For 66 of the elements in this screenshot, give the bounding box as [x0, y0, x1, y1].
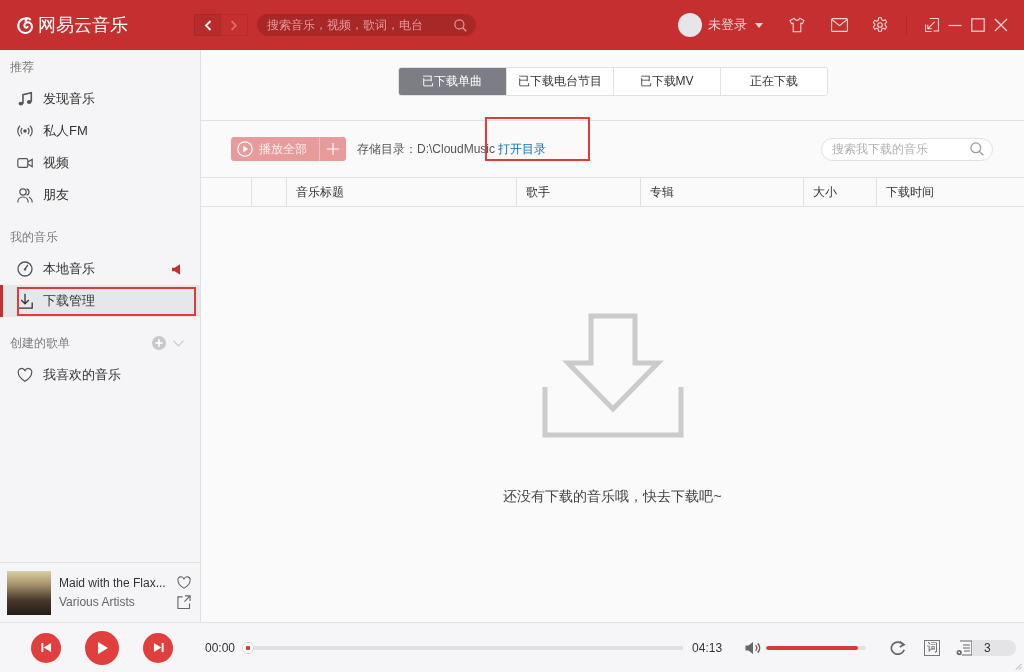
music-note-icon: [17, 91, 33, 107]
heart-icon[interactable]: [177, 576, 191, 589]
section-title: 我的音乐: [10, 228, 59, 246]
resize-grip-icon[interactable]: [1015, 663, 1022, 670]
heart-icon: [17, 367, 33, 383]
sidebar-item[interactable]: 朋友: [0, 179, 200, 211]
sidebar-item[interactable]: 私人FM: [0, 115, 200, 147]
lyrics-button[interactable]: 词: [924, 639, 941, 656]
column-header: 歌手: [516, 178, 640, 206]
play-icon: [95, 640, 109, 655]
app-name: 网易云音乐: [38, 14, 128, 37]
friends-icon: [17, 187, 33, 203]
repeat-icon[interactable]: [888, 639, 908, 656]
sidebar-item[interactable]: 我喜欢的音乐: [0, 359, 200, 391]
settings-icon[interactable]: [872, 17, 888, 33]
chevron-right-icon: [230, 19, 238, 31]
column-header: 专辑: [640, 178, 803, 206]
column-header: 音乐标题: [286, 178, 516, 206]
sidebar-item[interactable]: 下载管理: [0, 285, 200, 317]
tab[interactable]: 已下载单曲: [398, 68, 506, 95]
total-time: 04:13: [692, 640, 723, 655]
tab[interactable]: 正在下载: [719, 68, 827, 95]
logo-icon: [16, 15, 35, 35]
mail-icon[interactable]: [831, 18, 848, 32]
search-icon[interactable]: [970, 142, 984, 156]
download-tray-icon: [541, 313, 684, 438]
sidebar-item[interactable]: 发现音乐: [0, 83, 200, 115]
sidebar-item[interactable]: 本地音乐: [0, 253, 200, 285]
album-art-placeholder: [7, 570, 51, 615]
volume-icon[interactable]: [745, 640, 762, 655]
share-icon[interactable]: [177, 595, 191, 609]
open-folder-link[interactable]: 打开目录: [498, 140, 547, 158]
sidebar-item[interactable]: 视频: [0, 147, 200, 179]
close-icon[interactable]: [994, 18, 1008, 32]
plus-icon: [327, 143, 339, 155]
video-camera-icon: [17, 155, 33, 171]
skip-next-icon: [152, 642, 164, 653]
t-shirt-icon[interactable]: [789, 17, 805, 33]
next-button[interactable]: [143, 632, 173, 663]
back-button[interactable]: [194, 14, 221, 36]
mini-mode-icon[interactable]: [925, 18, 939, 32]
search-field[interactable]: 搜索音乐，视频，歌词，电台: [257, 14, 476, 36]
avatar[interactable]: [678, 13, 702, 37]
play-circle-icon: [237, 141, 253, 157]
empty-message: 还没有下载的音乐哦，快去下载吧~: [503, 488, 722, 506]
login-link[interactable]: 未登录: [708, 16, 747, 34]
track-artist: Various Artists: [59, 595, 136, 609]
skip-previous-icon: [40, 642, 52, 653]
column-header: 下载时间: [876, 178, 1024, 206]
chevron-left-icon: [203, 19, 212, 31]
section-title: 推荐: [10, 58, 35, 76]
search-field[interactable]: 搜索我下载的音乐: [821, 137, 993, 161]
download-icon: [17, 293, 33, 309]
playlist-icon: [956, 639, 974, 656]
previous-button[interactable]: [31, 632, 61, 663]
play-button[interactable]: [85, 630, 119, 665]
track-title: Maid with the Flax...: [59, 576, 167, 590]
maximize-icon[interactable]: [971, 18, 985, 32]
progress-thumb[interactable]: [242, 641, 255, 654]
search-icon[interactable]: [454, 18, 467, 32]
section-title: 创建的歌单: [10, 334, 71, 352]
clock-icon: [17, 261, 33, 277]
caret-down-icon[interactable]: [755, 22, 763, 28]
elapsed-time: 00:00: [205, 640, 236, 655]
broadcast-icon: [17, 123, 33, 139]
column-header: 大小: [803, 178, 876, 206]
